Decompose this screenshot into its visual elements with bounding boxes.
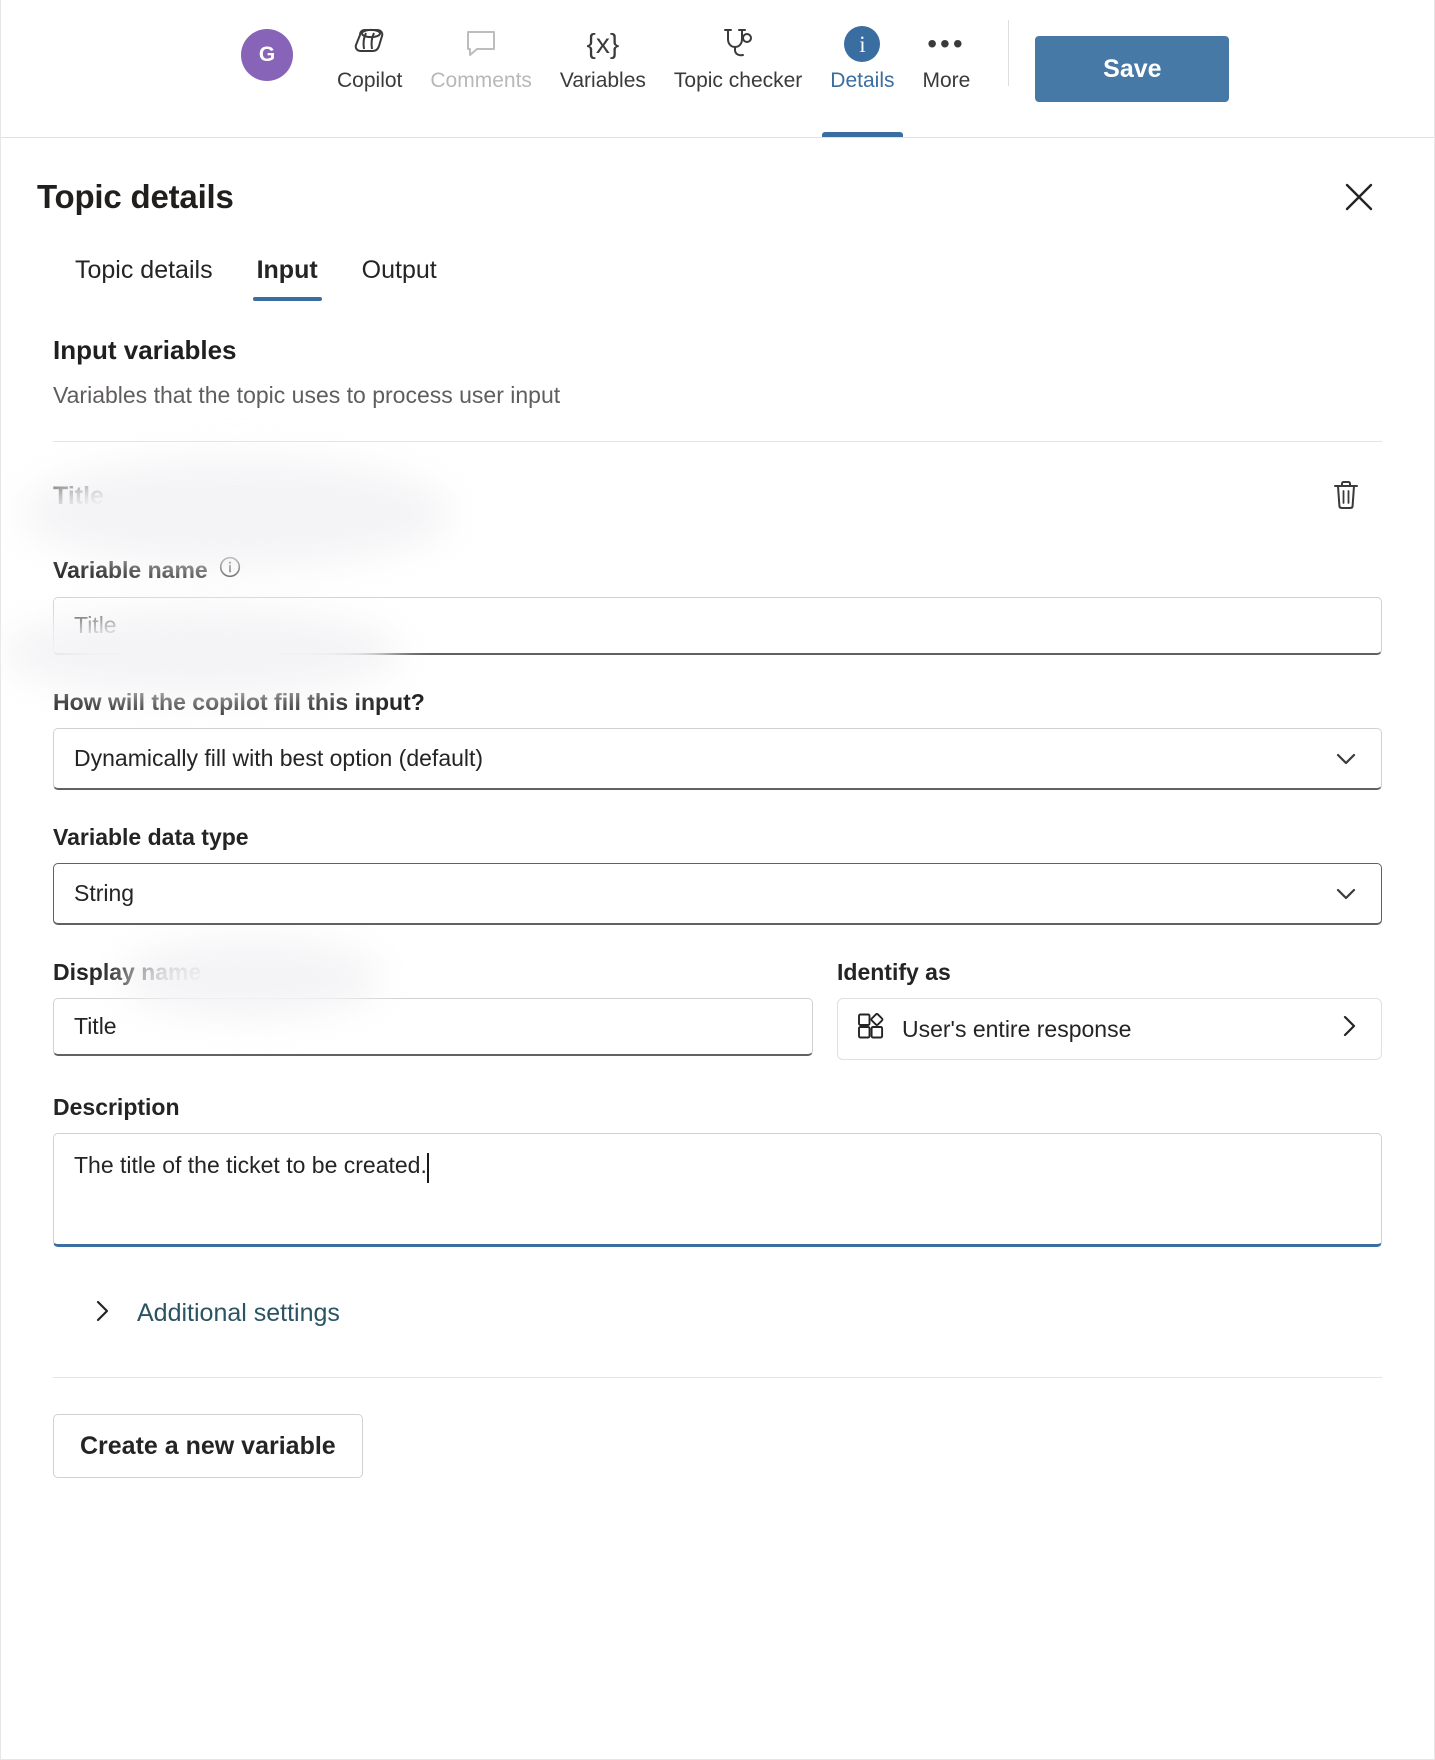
chevron-right-icon [89,1298,115,1329]
field-identify-as: Identify as User's entire response [837,959,1382,1060]
identify-as-value: User's entire response [902,1015,1132,1042]
field-variable-name: Variable name [53,555,1382,655]
topic-details-panel: Topic details Topic details Input Output… [1,138,1434,1478]
fill-mode-dropdown[interactable]: Dynamically fill with best option (defau… [53,728,1382,790]
identify-as-label: Identify as [837,959,951,985]
field-display-name: Display name [53,959,813,1060]
variable-name-label: Variable name [53,555,1382,585]
command-copilot-label: Copilot [337,69,403,92]
variable-name-label-text: Variable name [53,556,208,583]
variable-name-input[interactable] [53,597,1382,655]
copilot-icon [351,24,389,64]
command-comments[interactable]: Comments [416,0,546,137]
field-fill-mode: How will the copilot fill this input? Dy… [53,689,1382,790]
comment-icon [464,24,498,64]
display-name-input[interactable] [53,998,813,1056]
panel-tabs: Topic details Input Output [37,250,1398,301]
info-circle-icon: i [844,24,881,64]
command-topic-checker-label: Topic checker [673,69,803,92]
command-copilot[interactable]: Copilot [323,0,416,137]
display-name-label: Display name [53,959,202,985]
create-new-variable-button[interactable]: Create a new variable [53,1414,363,1478]
chevron-down-icon [1331,744,1361,774]
stethoscope-icon [720,24,756,64]
info-icon[interactable] [218,555,242,585]
page-title: Topic details [37,178,234,215]
fill-mode-label: How will the copilot fill this input? [53,689,425,715]
additional-settings-label: Additional settings [137,1299,340,1327]
command-details-label: Details [830,69,895,92]
section-heading: Input variables [53,335,237,365]
command-details[interactable]: i Details [816,0,908,137]
tab-output[interactable]: Output [340,250,459,301]
section-subheading: Variables that the topic uses to process… [53,382,561,408]
field-description: Description The title of the ticket to b… [53,1094,1382,1252]
chevron-right-icon [1335,1012,1363,1046]
command-bar-separator [1008,20,1010,86]
command-details-underline [822,132,903,137]
panel-header: Topic details [37,138,1398,220]
description-label: Description [53,1094,180,1120]
description-textarea[interactable]: The title of the ticket to be created. [53,1133,1382,1247]
app-window: G Copilot Comments {x} Variables Topic c… [0,0,1435,1760]
data-type-label: Variable data type [53,824,249,850]
chevron-down-icon [1331,879,1361,909]
variables-braces-icon: {x} [586,28,620,59]
entity-icon [856,1011,886,1047]
divider-bottom [53,1377,1382,1378]
data-type-value: String [74,880,135,906]
command-comments-label: Comments [430,69,532,92]
text-cursor [427,1153,429,1183]
delete-icon[interactable] [1324,472,1368,521]
divider [53,441,1382,442]
description-wrap: The title of the ticket to be created. [53,1133,1382,1252]
field-data-type: Variable data type String [53,824,1382,925]
ellipsis-icon: ••• [927,28,966,59]
command-variables[interactable]: {x} Variables [546,0,660,137]
tab-input[interactable]: Input [235,250,340,301]
variable-title: Title [53,482,104,510]
save-button[interactable]: Save [1035,36,1230,102]
tab-topic-details[interactable]: Topic details [53,250,235,301]
fill-mode-value: Dynamically fill with best option (defau… [74,745,484,771]
additional-settings-toggle[interactable]: Additional settings [53,1298,1382,1329]
identify-as-picker[interactable]: User's entire response [837,998,1382,1060]
variable-header: Title [53,472,1382,521]
command-bar: G Copilot Comments {x} Variables Topic c… [1,0,1434,138]
command-more[interactable]: ••• More [909,0,985,137]
command-topic-checker[interactable]: Topic checker [660,0,816,137]
data-type-dropdown[interactable]: String [53,863,1382,925]
command-variables-label: Variables [559,69,646,92]
command-bar-items: Copilot Comments {x} Variables Topic che… [323,0,984,137]
command-more-label: More [922,69,971,92]
close-icon[interactable] [1336,174,1382,220]
avatar[interactable]: G [241,29,293,81]
row-display-identify: Display name Identify as User's entire r… [53,959,1382,1060]
